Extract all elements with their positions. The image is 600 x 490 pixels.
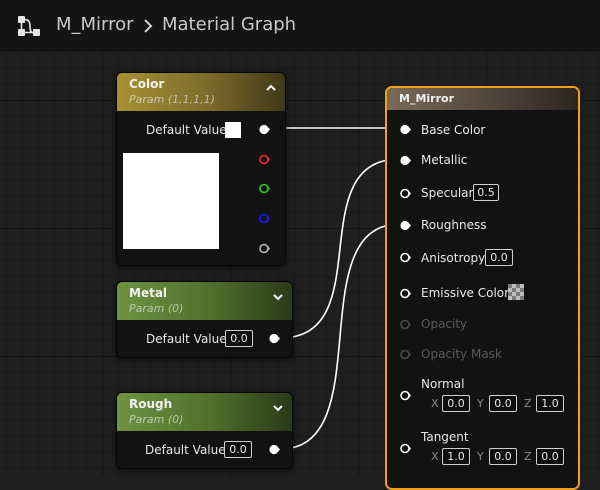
material-result-node[interactable]: M_Mirror Base Color Metallic Specular 0.… bbox=[385, 86, 580, 490]
input-pin-emissive-color[interactable] bbox=[400, 288, 411, 299]
output-pin-blue[interactable] bbox=[259, 213, 270, 224]
input-pin-roughness[interactable] bbox=[400, 220, 411, 231]
wire-rough-to-roughness bbox=[279, 223, 401, 450]
emissive-checker-swatch[interactable] bbox=[508, 284, 524, 300]
metal-parameter-node[interactable]: Metal Param (0) Default Value 0.0 bbox=[116, 281, 293, 358]
node-subtitle: Param (1,1,1,1) bbox=[129, 93, 215, 106]
normal-y-field[interactable]: 0.0 bbox=[489, 395, 517, 412]
graph-breadcrumb-bar: M_Mirror Material Graph bbox=[0, 0, 600, 51]
default-value-field[interactable]: 0.0 bbox=[225, 330, 253, 347]
default-value-label: Default Value bbox=[145, 443, 226, 457]
metallic-label: Metallic bbox=[421, 153, 468, 167]
graph-canvas[interactable]: Color Param (1,1,1,1) Default Value Meta… bbox=[0, 0, 600, 490]
default-value-label: Default Value bbox=[146, 123, 227, 137]
input-pin-base-color[interactable] bbox=[400, 124, 411, 135]
tangent-y-axis-label: Y bbox=[477, 450, 484, 463]
color-preview bbox=[123, 153, 219, 249]
roughness-label: Roughness bbox=[421, 218, 487, 232]
input-pin-opacity bbox=[400, 319, 411, 330]
node-header[interactable]: Color Param (1,1,1,1) bbox=[117, 73, 285, 111]
output-pin[interactable] bbox=[269, 444, 280, 455]
default-color-swatch[interactable] bbox=[225, 122, 241, 138]
normal-z-axis-label: Z bbox=[524, 397, 532, 410]
node-header[interactable]: M_Mirror bbox=[387, 88, 578, 110]
node-title: Color bbox=[129, 77, 165, 91]
collapse-down-icon[interactable] bbox=[272, 291, 284, 303]
tangent-x-axis-label: X bbox=[431, 450, 439, 463]
anisotropy-value-field[interactable]: 0.0 bbox=[485, 249, 513, 266]
normal-x-axis-label: X bbox=[431, 397, 439, 410]
input-pin-metallic[interactable] bbox=[400, 155, 411, 166]
rough-parameter-node[interactable]: Rough Param (0) Default Value 0.0 bbox=[116, 392, 293, 469]
breadcrumb-graph[interactable]: Material Graph bbox=[162, 14, 296, 35]
node-subtitle: Param (0) bbox=[129, 413, 184, 426]
normal-x-field[interactable]: 0.0 bbox=[442, 395, 470, 412]
tangent-z-axis-label: Z bbox=[524, 450, 532, 463]
input-pin-tangent[interactable] bbox=[400, 443, 411, 454]
output-pin[interactable] bbox=[269, 333, 280, 344]
anisotropy-label: Anisotropy bbox=[421, 251, 486, 265]
breadcrumb-asset[interactable]: M_Mirror bbox=[56, 14, 134, 35]
collapse-down-icon[interactable] bbox=[272, 402, 284, 414]
opacity-mask-label: Opacity Mask bbox=[421, 347, 502, 361]
default-value-field[interactable]: 0.0 bbox=[224, 441, 252, 458]
output-pin-green[interactable] bbox=[259, 183, 270, 194]
specular-value-field[interactable]: 0.5 bbox=[473, 184, 499, 201]
normal-y-axis-label: Y bbox=[477, 397, 484, 410]
node-title: Rough bbox=[129, 397, 173, 411]
tangent-x-field[interactable]: 1.0 bbox=[442, 448, 470, 465]
normal-label: Normal bbox=[421, 377, 465, 391]
collapse-up-icon[interactable] bbox=[265, 82, 277, 94]
output-pin-red[interactable] bbox=[259, 154, 270, 165]
node-title: M_Mirror bbox=[399, 92, 454, 105]
output-pin-rgba[interactable] bbox=[259, 124, 270, 135]
chevron-right-icon bbox=[144, 19, 153, 33]
base-color-label: Base Color bbox=[421, 123, 486, 137]
specular-label: Specular bbox=[421, 186, 474, 200]
input-pin-normal[interactable] bbox=[400, 390, 411, 401]
emissive-color-label: Emissive Color bbox=[421, 286, 510, 300]
input-pin-opacity-mask bbox=[400, 349, 411, 360]
wire-metal-to-metallic bbox=[279, 158, 401, 339]
tangent-label: Tangent bbox=[421, 430, 469, 444]
tangent-z-field[interactable]: 0.0 bbox=[536, 448, 564, 465]
opacity-label: Opacity bbox=[421, 317, 468, 331]
node-header[interactable]: Rough Param (0) bbox=[117, 393, 292, 431]
input-pin-anisotropy[interactable] bbox=[400, 252, 411, 263]
normal-z-field[interactable]: 1.0 bbox=[536, 395, 564, 412]
node-title: Metal bbox=[129, 286, 168, 300]
node-subtitle: Param (0) bbox=[129, 302, 184, 315]
node-header[interactable]: Metal Param (0) bbox=[117, 282, 292, 320]
tangent-y-field[interactable]: 0.0 bbox=[489, 448, 517, 465]
color-parameter-node[interactable]: Color Param (1,1,1,1) Default Value bbox=[116, 72, 286, 266]
output-pin-alpha[interactable] bbox=[259, 243, 270, 254]
graph-icon bbox=[18, 16, 40, 36]
input-pin-specular[interactable] bbox=[400, 188, 411, 199]
default-value-label: Default Value bbox=[146, 332, 227, 346]
